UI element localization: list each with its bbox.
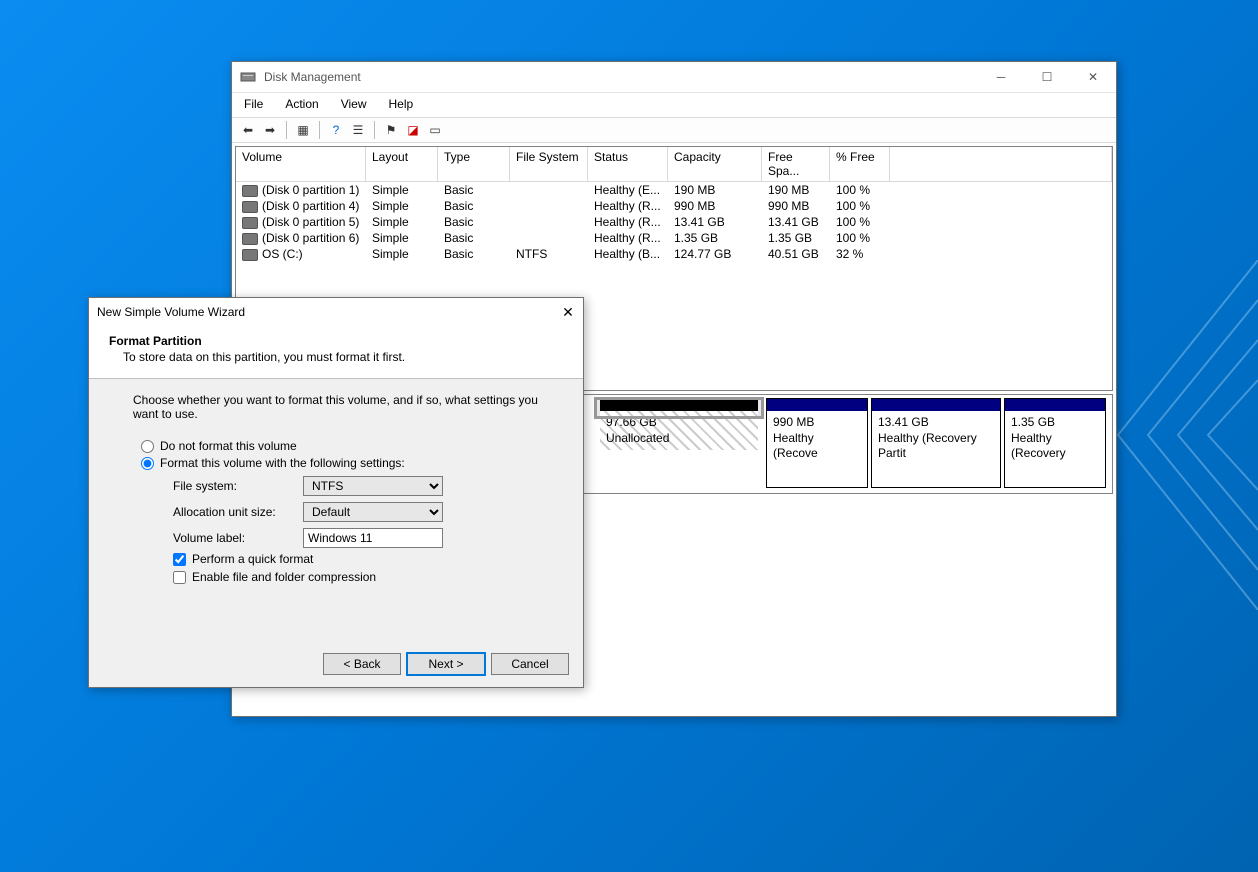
dm-titlebar[interactable]: Disk Management ─ ☐ ✕ (232, 62, 1116, 93)
properties-icon[interactable]: ◪ (403, 120, 423, 140)
refresh-icon[interactable]: ⚑ (381, 120, 401, 140)
col-volume[interactable]: Volume (236, 147, 366, 182)
wiz-heading: Format Partition (109, 334, 563, 348)
next-button[interactable]: Next > (407, 653, 485, 675)
label-filesystem: File system: (173, 479, 303, 493)
wiz-subheading: To store data on this partition, you mus… (123, 350, 563, 364)
table-row[interactable]: (Disk 0 partition 4)SimpleBasicHealthy (… (236, 198, 1112, 214)
close-button[interactable]: ✕ (1070, 62, 1116, 92)
minimize-button[interactable]: ─ (978, 62, 1024, 92)
menu-action[interactable]: Action (281, 95, 322, 113)
radio-do-not-format-label: Do not format this volume (160, 439, 297, 453)
radio-format[interactable] (141, 457, 154, 470)
disk-icon (242, 185, 258, 197)
dm-toolbar: ⬅ ➡ ▦ ? ☰ ⚑ ◪ ▭ (232, 117, 1116, 143)
col-filesystem[interactable]: File System (510, 147, 588, 182)
partition-block[interactable]: 97.66 GBUnallocated (595, 398, 763, 418)
checkbox-quick-format[interactable] (173, 553, 186, 566)
back-icon[interactable]: ⬅ (238, 120, 258, 140)
col-status[interactable]: Status (588, 147, 668, 182)
dm-menubar: File Action View Help (232, 93, 1116, 117)
help-icon[interactable]: ? (326, 120, 346, 140)
select-filesystem[interactable]: NTFS (303, 476, 443, 496)
label-allocation-unit: Allocation unit size: (173, 505, 303, 519)
forward-icon[interactable]: ➡ (260, 120, 280, 140)
disk-icon (242, 201, 258, 213)
menu-help[interactable]: Help (385, 95, 418, 113)
col-capacity[interactable]: Capacity (668, 147, 762, 182)
partition-block[interactable]: 13.41 GBHealthy (Recovery Partit (871, 398, 1001, 488)
table-row[interactable]: (Disk 0 partition 6)SimpleBasicHealthy (… (236, 230, 1112, 246)
grid-icon[interactable]: ▦ (293, 120, 313, 140)
col-free[interactable]: Free Spa... (762, 147, 830, 182)
table-row[interactable]: OS (C:)SimpleBasicNTFSHealthy (B...124.7… (236, 246, 1112, 262)
dm-app-icon (240, 69, 256, 85)
wiz-title: New Simple Volume Wizard (89, 305, 553, 319)
table-row[interactable]: (Disk 0 partition 1)SimpleBasicHealthy (… (236, 182, 1112, 198)
settings-icon[interactable]: ▭ (425, 120, 445, 140)
disk-icon (242, 233, 258, 245)
select-allocation-unit[interactable]: Default (303, 502, 443, 522)
col-type[interactable]: Type (438, 147, 510, 182)
table-row[interactable]: (Disk 0 partition 5)SimpleBasicHealthy (… (236, 214, 1112, 230)
back-button[interactable]: < Back (323, 653, 401, 675)
volume-table-header: Volume Layout Type File System Status Ca… (236, 147, 1112, 182)
maximize-button[interactable]: ☐ (1024, 62, 1070, 92)
volume-table-body: (Disk 0 partition 1)SimpleBasicHealthy (… (236, 182, 1112, 262)
cancel-button[interactable]: Cancel (491, 653, 569, 675)
checkbox-compression-label: Enable file and folder compression (192, 570, 376, 584)
wiz-close-button[interactable]: ✕ (553, 298, 583, 326)
list-icon[interactable]: ☰ (348, 120, 368, 140)
checkbox-quick-format-label: Perform a quick format (192, 552, 313, 566)
radio-format-label: Format this volume with the following se… (160, 456, 405, 470)
new-simple-volume-wizard: New Simple Volume Wizard ✕ Format Partit… (88, 297, 584, 688)
wiz-titlebar[interactable]: New Simple Volume Wizard ✕ (89, 298, 583, 326)
partition-block[interactable]: 1.35 GBHealthy (Recovery (1004, 398, 1106, 488)
col-layout[interactable]: Layout (366, 147, 438, 182)
wiz-header: Format Partition To store data on this p… (89, 326, 583, 379)
disk-icon (242, 249, 258, 261)
dm-title: Disk Management (264, 70, 978, 84)
radio-do-not-format[interactable] (141, 440, 154, 453)
disk-icon (242, 217, 258, 229)
col-pctfree[interactable]: % Free (830, 147, 890, 182)
menu-file[interactable]: File (240, 95, 267, 113)
checkbox-compression[interactable] (173, 571, 186, 584)
wiz-intro: Choose whether you want to format this v… (133, 393, 555, 421)
label-volume-label: Volume label: (173, 531, 303, 545)
partition-block[interactable]: 990 MBHealthy (Recove (766, 398, 868, 488)
menu-view[interactable]: View (337, 95, 371, 113)
input-volume-label[interactable] (303, 528, 443, 548)
